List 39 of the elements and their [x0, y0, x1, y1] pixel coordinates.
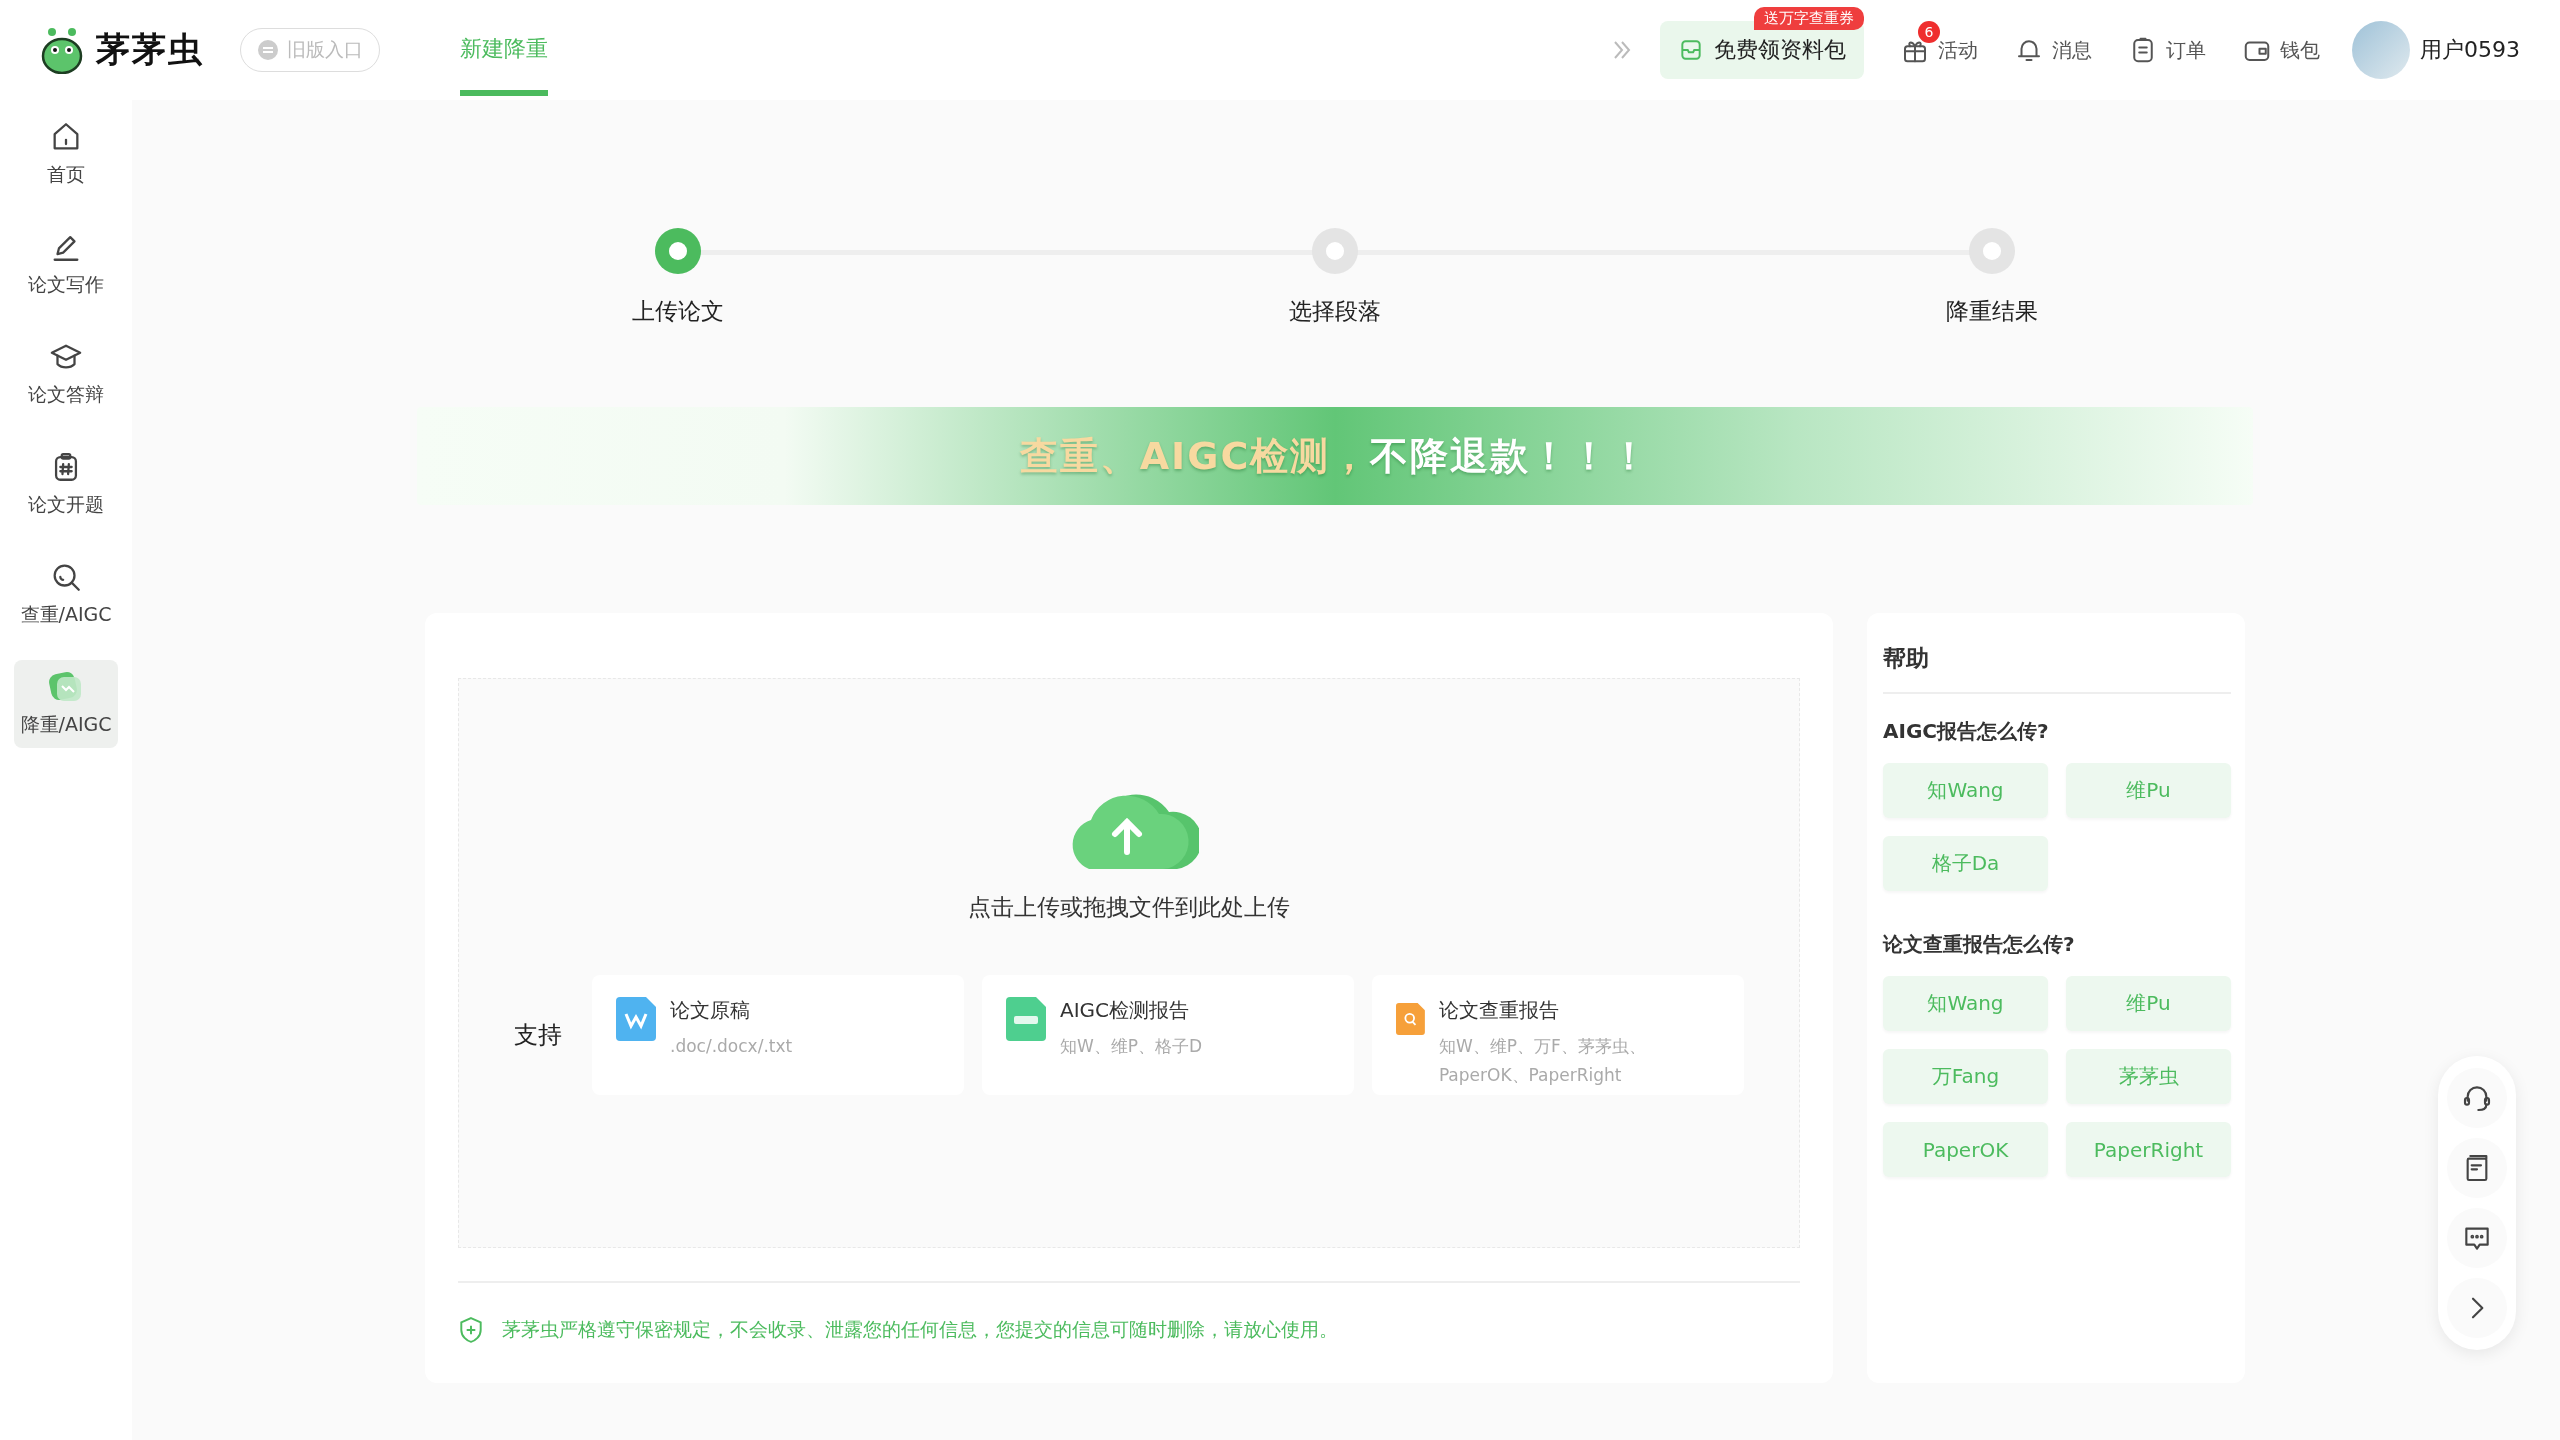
- document-w-icon: [616, 997, 656, 1041]
- support-label: 支持: [514, 1020, 563, 1051]
- help-question: AIGC报告怎么传?: [1883, 718, 2050, 745]
- step-label: 降重结果: [1946, 297, 2038, 326]
- brand-name: 茅茅虫: [96, 28, 204, 71]
- format-detail: 知W、维P、格子D: [1060, 1035, 1203, 1058]
- shield-icon: [458, 1316, 484, 1344]
- banner-text: 不降退款！！！: [1370, 432, 1651, 480]
- drop-zone[interactable]: 点击上传或拖拽文件到此处上传 支持 论文原稿 .doc/.docx/.txt AIGC检测报告 知W、维P、格子D 论文查重报告 知W、维P、万F、茅茅虫、PaperOK、PaperRight: [458, 678, 1800, 1248]
- header-link[interactable]: 钱包: [2242, 35, 2320, 65]
- header-link[interactable]: 消息: [2014, 35, 2092, 65]
- user-name[interactable]: 用户0593: [2420, 35, 2520, 65]
- privacy-notice: 茅茅虫严格遵守保密规定，不会收录、泄露您的任何信息，您提交的信息可随时删除，请放心使用。: [502, 1317, 1338, 1342]
- sidebar-item[interactable]: 首页: [14, 110, 118, 198]
- trend-down-icon: [48, 670, 84, 704]
- header-link[interactable]: 订单: [2128, 35, 2206, 65]
- coupon-badge: 送万字查重券: [1754, 7, 1864, 30]
- toolbar-button[interactable]: [2447, 1068, 2507, 1128]
- format-detail: 知W、维P、万F、茅茅虫、PaperOK、PaperRight: [1438, 1035, 1647, 1087]
- bug-logo-icon: [40, 26, 84, 74]
- package-icon: [1678, 37, 1704, 63]
- step-label: 上传论文: [632, 297, 724, 326]
- sidebar-item[interactable]: 论文开题: [14, 440, 118, 528]
- sidebar-item[interactable]: 论文答辩: [14, 330, 118, 418]
- format-title: 论文原稿: [670, 997, 751, 1024]
- count-badge: 6: [1918, 21, 1940, 43]
- switch-icon: [257, 39, 279, 61]
- format-title: AIGC检测报告: [1060, 997, 1191, 1024]
- format-title: 论文查重报告: [1438, 997, 1560, 1024]
- sidebar-item[interactable]: 降重/AIGC: [14, 660, 118, 748]
- document-aigc-icon: [1006, 997, 1046, 1041]
- banner-text: 查重、AIGC检测，: [1019, 432, 1371, 480]
- step-label: 选择段落: [1289, 297, 1381, 326]
- upload-prompt: 点击上传或拖拽文件到此处上传: [968, 893, 1290, 922]
- sidebar-item[interactable]: 查重/AIGC: [14, 550, 118, 638]
- help-title: 帮助: [1883, 643, 2231, 694]
- help-question: 论文查重报告怎么传?: [1883, 931, 2076, 958]
- format-detail: .doc/.docx/.txt: [670, 1035, 793, 1058]
- sidebar-item[interactable]: 论文写作: [14, 220, 118, 308]
